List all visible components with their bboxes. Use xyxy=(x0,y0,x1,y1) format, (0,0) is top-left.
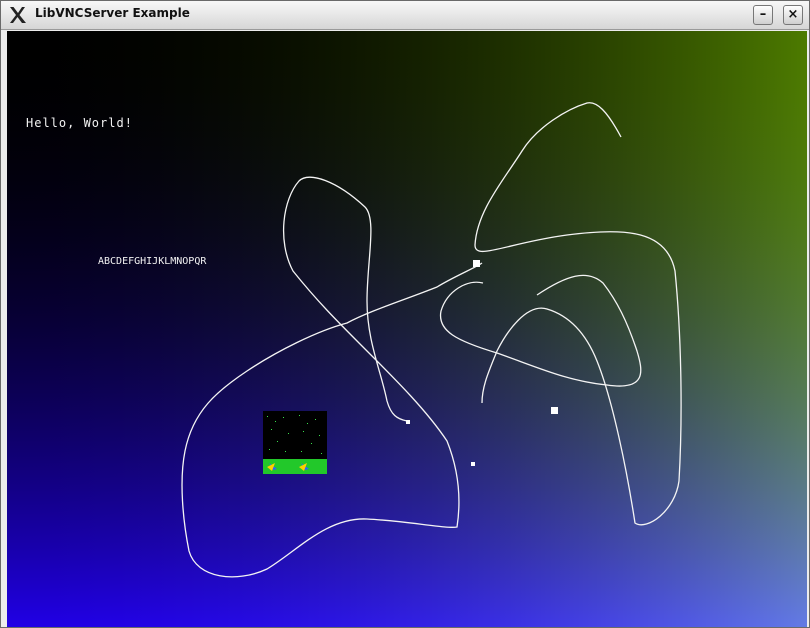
vnc-framebuffer-canvas[interactable]: Hello, World! ABCDEFGHIJKLMNOPQR xyxy=(7,31,807,627)
window-title: LibVNCServer Example xyxy=(35,6,190,20)
cursor-marker xyxy=(473,260,480,267)
point-marker xyxy=(551,407,558,414)
close-button[interactable]: × xyxy=(783,5,803,25)
x-logo-icon xyxy=(10,7,26,23)
minimize-button[interactable]: – xyxy=(753,5,773,25)
point-marker-tiny xyxy=(471,462,475,466)
hello-world-text: Hello, World! xyxy=(26,116,133,130)
title-bar[interactable]: LibVNCServer Example – × xyxy=(1,1,809,30)
vnc-window: LibVNCServer Example – × Hello, World! A… xyxy=(0,0,810,628)
point-marker-small xyxy=(406,420,410,424)
thumbnail-green-bar xyxy=(263,459,327,474)
thumbnail-image xyxy=(263,411,327,474)
alphabet-text: ABCDEFGHIJKLMNOPQR xyxy=(98,256,207,267)
